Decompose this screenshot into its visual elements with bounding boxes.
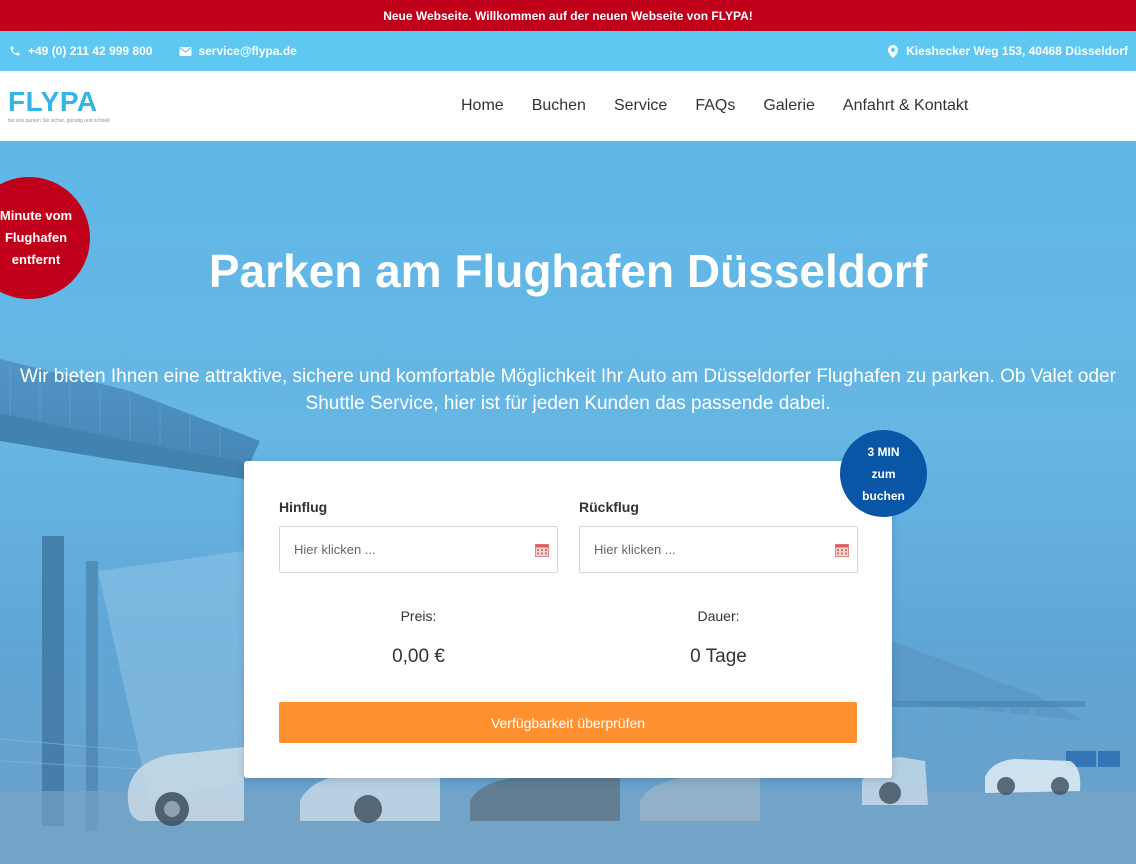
logo-tagline: bei uns parken Sie sicher, günstig und s… — [8, 118, 110, 124]
map-pin-icon — [886, 44, 900, 58]
nav-galerie[interactable]: Galerie — [763, 97, 815, 115]
outbound-date-field[interactable] — [279, 526, 558, 573]
phone-icon — [8, 44, 22, 58]
hero-section: Minute vom Flughafen entfernt Parken am … — [0, 141, 1136, 864]
mail-icon — [178, 44, 192, 58]
calendar-icon[interactable] — [835, 543, 849, 557]
return-date-field[interactable] — [579, 526, 858, 573]
announcement-bar: Neue Webseite. Willkommen auf der neuen … — [0, 0, 1136, 31]
price-label: Preis: — [400, 608, 437, 624]
page-title: Parken am Flughafen Düsseldorf — [208, 245, 928, 297]
announcement-text: Neue Webseite. Willkommen auf der neuen … — [383, 8, 753, 23]
return-date-input[interactable] — [580, 527, 857, 572]
return-label: Rückflug — [579, 499, 639, 515]
price-value: 0,00 € — [392, 646, 445, 667]
outbound-label: Hinflug — [279, 499, 328, 515]
outbound-date-input[interactable] — [280, 527, 557, 572]
contact-right: Kieshecker Weg 153, 40468 Düsseldorf — [886, 44, 1128, 58]
contact-left: +49 (0) 211 42 999 800 service@flypa.de — [8, 44, 297, 58]
nav-faqs[interactable]: FAQs — [695, 97, 735, 115]
main-nav: Home Buchen Service FAQs Galerie Anfahrt… — [461, 71, 968, 141]
check-availability-button[interactable]: Verfügbarkeit überprüfen — [279, 702, 857, 743]
email-link[interactable]: service@flypa.de — [198, 44, 296, 58]
duration-value: 0 Tage — [690, 646, 747, 667]
main-navbar: FLYPA bei uns parken Sie sicher, günstig… — [0, 71, 1136, 141]
booking-time-badge: 3 MIN zum buchen — [840, 430, 927, 517]
address-link[interactable]: Kieshecker Weg 153, 40468 Düsseldorf — [906, 44, 1128, 58]
booking-form: Hinflug Rückflug Preis: 0,00 € Dauer: 0 … — [244, 461, 892, 778]
hero-subtitle: Wir bieten Ihnen eine attraktive, sicher… — [20, 366, 1116, 414]
contact-bar: +49 (0) 211 42 999 800 service@flypa.de … — [0, 31, 1136, 71]
nav-service[interactable]: Service — [614, 97, 667, 115]
phone-link[interactable]: +49 (0) 211 42 999 800 — [28, 44, 152, 58]
booking-time-badge-text: 3 MIN zum buchen — [862, 444, 905, 503]
calendar-icon[interactable] — [535, 543, 549, 557]
nav-home[interactable]: Home — [461, 97, 504, 115]
logo-text: FLYPA — [8, 86, 98, 117]
nav-buchen[interactable]: Buchen — [532, 97, 586, 115]
nav-anfahrt-kontakt[interactable]: Anfahrt & Kontakt — [843, 97, 968, 115]
logo[interactable]: FLYPA bei uns parken Sie sicher, günstig… — [8, 87, 112, 127]
duration-label: Dauer: — [697, 608, 740, 624]
